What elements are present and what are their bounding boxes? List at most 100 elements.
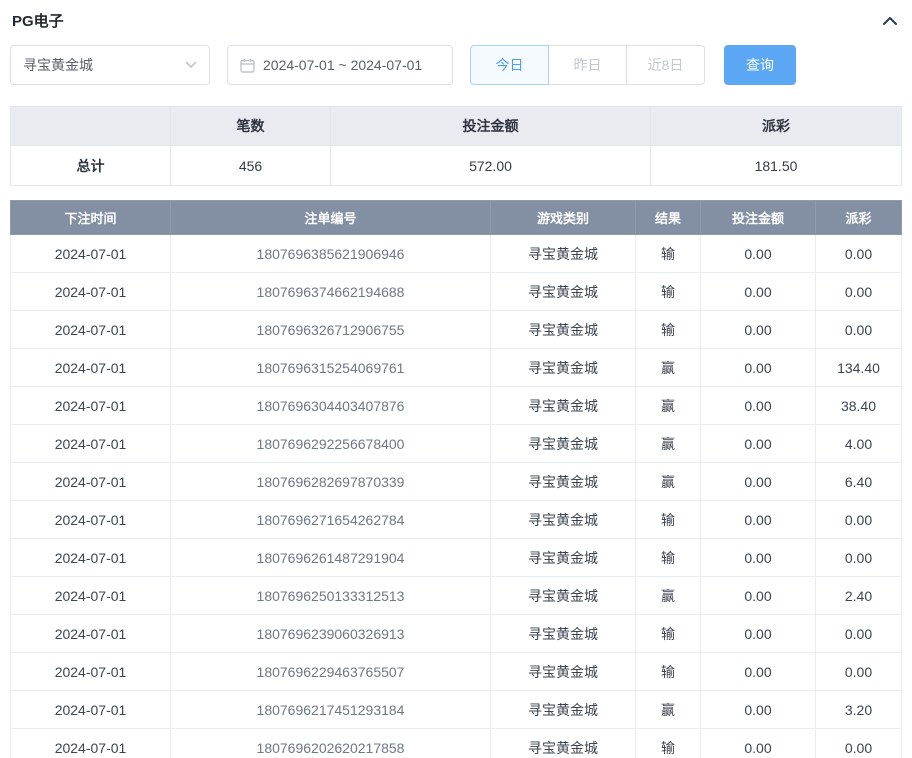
table-row: 2024-07-01 1807696374662194688 寻宝黄金城 输 0… (11, 273, 902, 311)
cell-bet-amount: 0.00 (701, 311, 816, 349)
cell-bet-time: 2024-07-01 (11, 729, 171, 758)
cell-bet-amount: 0.00 (701, 615, 816, 653)
summary-total-count: 456 (171, 146, 331, 186)
cell-result: 输 (636, 501, 701, 539)
cell-game-category: 寻宝黄金城 (491, 387, 636, 425)
cell-bet-id: 1807696250133312513 (171, 577, 491, 615)
table-row: 2024-07-01 1807696326712906755 寻宝黄金城 输 0… (11, 311, 902, 349)
bet-table-body: 2024-07-01 1807696385621906946 寻宝黄金城 输 0… (11, 235, 902, 758)
summary-header-payout: 派彩 (651, 107, 902, 146)
cell-bet-amount: 0.00 (701, 463, 816, 501)
summary-total-row: 总计 456 572.00 181.50 (11, 146, 902, 186)
cell-bet-id: 1807696261487291904 (171, 539, 491, 577)
cell-bet-time: 2024-07-01 (11, 501, 171, 539)
col-header-payout: 派彩 (816, 201, 902, 235)
cell-result: 输 (636, 729, 701, 758)
last-8-days-button[interactable]: 近8日 (626, 45, 705, 85)
cell-game-category: 寻宝黄金城 (491, 425, 636, 463)
cell-bet-id: 1807696271654262784 (171, 501, 491, 539)
summary-header-row: 笔数 投注金额 派彩 (11, 107, 902, 146)
cell-game-category: 寻宝黄金城 (491, 539, 636, 577)
cell-game-category: 寻宝黄金城 (491, 273, 636, 311)
cell-bet-id: 1807696229463765507 (171, 653, 491, 691)
cell-bet-id: 1807696315254069761 (171, 349, 491, 387)
cell-payout: 0.00 (816, 501, 902, 539)
table-row: 2024-07-01 1807696271654262784 寻宝黄金城 输 0… (11, 501, 902, 539)
cell-bet-id: 1807696304403407876 (171, 387, 491, 425)
cell-result: 输 (636, 653, 701, 691)
cell-bet-id: 1807696292256678400 (171, 425, 491, 463)
cell-game-category: 寻宝黄金城 (491, 311, 636, 349)
chevron-up-icon (882, 15, 898, 27)
cell-payout: 6.40 (816, 463, 902, 501)
table-row: 2024-07-01 1807696202620217858 寻宝黄金城 输 0… (11, 729, 902, 758)
cell-bet-id: 1807696202620217858 (171, 729, 491, 758)
summary-header-bet-amount: 投注金额 (331, 107, 651, 146)
date-range-input[interactable]: 2024-07-01 ~ 2024-07-01 (227, 45, 453, 85)
cell-payout: 0.00 (816, 273, 902, 311)
cell-payout: 2.40 (816, 577, 902, 615)
cell-bet-id: 1807696239060326913 (171, 615, 491, 653)
cell-result: 输 (636, 615, 701, 653)
summary-header-empty (11, 107, 171, 146)
cell-game-category: 寻宝黄金城 (491, 653, 636, 691)
calendar-icon (240, 58, 255, 73)
cell-payout: 0.00 (816, 235, 902, 273)
cell-bet-time: 2024-07-01 (11, 273, 171, 311)
cell-result: 输 (636, 235, 701, 273)
cell-bet-id: 1807696385621906946 (171, 235, 491, 273)
cell-bet-amount: 0.00 (701, 729, 816, 758)
cell-bet-amount: 0.00 (701, 577, 816, 615)
cell-payout: 134.40 (816, 349, 902, 387)
game-select-value: 寻宝黄金城 (23, 55, 93, 75)
pg-games-panel: PG电子 寻宝黄金城 2024-07-01 ~ 2024-07-01 今日 (0, 0, 912, 758)
summary-total-bet-amount: 572.00 (331, 146, 651, 186)
cell-bet-time: 2024-07-01 (11, 539, 171, 577)
cell-result: 赢 (636, 577, 701, 615)
cell-bet-amount: 0.00 (701, 235, 816, 273)
cell-result: 赢 (636, 463, 701, 501)
cell-bet-amount: 0.00 (701, 273, 816, 311)
cell-bet-amount: 0.00 (701, 387, 816, 425)
table-row: 2024-07-01 1807696315254069761 寻宝黄金城 赢 0… (11, 349, 902, 387)
collapse-button[interactable] (882, 15, 898, 27)
cell-bet-amount: 0.00 (701, 349, 816, 387)
yesterday-button[interactable]: 昨日 (548, 45, 627, 85)
chevron-down-icon (185, 61, 197, 69)
panel-header: PG电子 (0, 0, 912, 39)
filter-bar: 寻宝黄金城 2024-07-01 ~ 2024-07-01 今日 昨日 近8日 … (0, 39, 912, 85)
table-row: 2024-07-01 1807696250133312513 寻宝黄金城 赢 0… (11, 577, 902, 615)
table-row: 2024-07-01 1807696239060326913 寻宝黄金城 输 0… (11, 615, 902, 653)
cell-bet-time: 2024-07-01 (11, 463, 171, 501)
cell-bet-time: 2024-07-01 (11, 691, 171, 729)
summary-total-payout: 181.50 (651, 146, 902, 186)
cell-result: 赢 (636, 425, 701, 463)
cell-bet-id: 1807696326712906755 (171, 311, 491, 349)
cell-bet-id: 1807696217451293184 (171, 691, 491, 729)
cell-result: 输 (636, 273, 701, 311)
bet-records-table: 下注时间 注单编号 游戏类别 结果 投注金额 派彩 2024-07-01 180… (10, 200, 902, 758)
table-row: 2024-07-01 1807696292256678400 寻宝黄金城 赢 0… (11, 425, 902, 463)
table-row: 2024-07-01 1807696304403407876 寻宝黄金城 赢 0… (11, 387, 902, 425)
query-button[interactable]: 查询 (724, 45, 796, 85)
cell-result: 输 (636, 539, 701, 577)
cell-bet-time: 2024-07-01 (11, 387, 171, 425)
table-row: 2024-07-01 1807696385621906946 寻宝黄金城 输 0… (11, 235, 902, 273)
game-select[interactable]: 寻宝黄金城 (10, 45, 210, 85)
cell-bet-time: 2024-07-01 (11, 425, 171, 463)
cell-payout: 0.00 (816, 539, 902, 577)
col-header-bet-time: 下注时间 (11, 201, 171, 235)
col-header-bet-amount: 投注金额 (701, 201, 816, 235)
cell-payout: 0.00 (816, 311, 902, 349)
table-row: 2024-07-01 1807696282697870339 寻宝黄金城 赢 0… (11, 463, 902, 501)
quick-range-button-group: 今日 昨日 近8日 (470, 45, 705, 85)
cell-result: 赢 (636, 387, 701, 425)
today-button[interactable]: 今日 (470, 45, 549, 85)
table-row: 2024-07-01 1807696229463765507 寻宝黄金城 输 0… (11, 653, 902, 691)
cell-game-category: 寻宝黄金城 (491, 729, 636, 758)
cell-payout: 38.40 (816, 387, 902, 425)
page-title: PG电子 (12, 10, 64, 31)
summary-table: 笔数 投注金额 派彩 总计 456 572.00 181.50 (10, 106, 902, 186)
cell-payout: 0.00 (816, 653, 902, 691)
cell-bet-id: 1807696282697870339 (171, 463, 491, 501)
